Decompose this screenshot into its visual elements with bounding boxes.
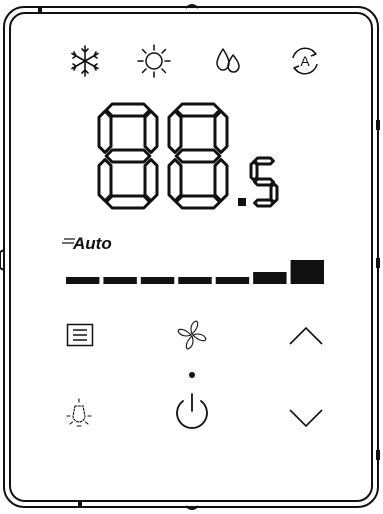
temperature-up-button[interactable] (286, 322, 326, 352)
heat-mode-sun-icon[interactable] (137, 44, 171, 78)
chevron-down-icon (289, 409, 323, 428)
fan-speed-level-bars (66, 256, 326, 286)
fan-level-bar-2 (103, 277, 137, 284)
temperature-display (95, 100, 285, 212)
auto-mode-icon[interactable]: A (288, 44, 322, 78)
fan-level-bar-3 (140, 277, 175, 284)
fan-icon (177, 320, 207, 350)
temperature-down-button[interactable] (286, 402, 326, 432)
large-digit-0 (97, 102, 159, 210)
cool-mode-snowflake-icon[interactable] (68, 44, 102, 78)
fan-level-bar-7 (290, 260, 324, 284)
large-digit-1 (167, 102, 229, 210)
fan-level-bar-6 (253, 272, 287, 284)
chevron-up-icon (289, 326, 323, 345)
fan-level-bar-1 (66, 277, 100, 284)
power-icon (176, 393, 208, 429)
light-button[interactable] (62, 397, 96, 431)
mode-selector-row: A (60, 42, 330, 82)
fan-level-bar-5 (215, 277, 250, 284)
light-bulb-icon (66, 398, 92, 427)
decimal-digit (249, 156, 279, 208)
fan-button[interactable] (174, 317, 210, 353)
menu-list-icon (66, 323, 94, 347)
power-button[interactable] (171, 392, 213, 434)
fan-level-bar-4 (178, 277, 212, 284)
seven-segment-display (97, 102, 279, 210)
dry-mode-droplets-icon[interactable] (214, 46, 244, 76)
auto-mode-letter: A (300, 53, 310, 69)
menu-button[interactable] (64, 320, 96, 352)
decimal-point (238, 198, 246, 206)
fan-mode-label: Auto (73, 234, 112, 253)
power-indicator-dot (189, 372, 195, 378)
